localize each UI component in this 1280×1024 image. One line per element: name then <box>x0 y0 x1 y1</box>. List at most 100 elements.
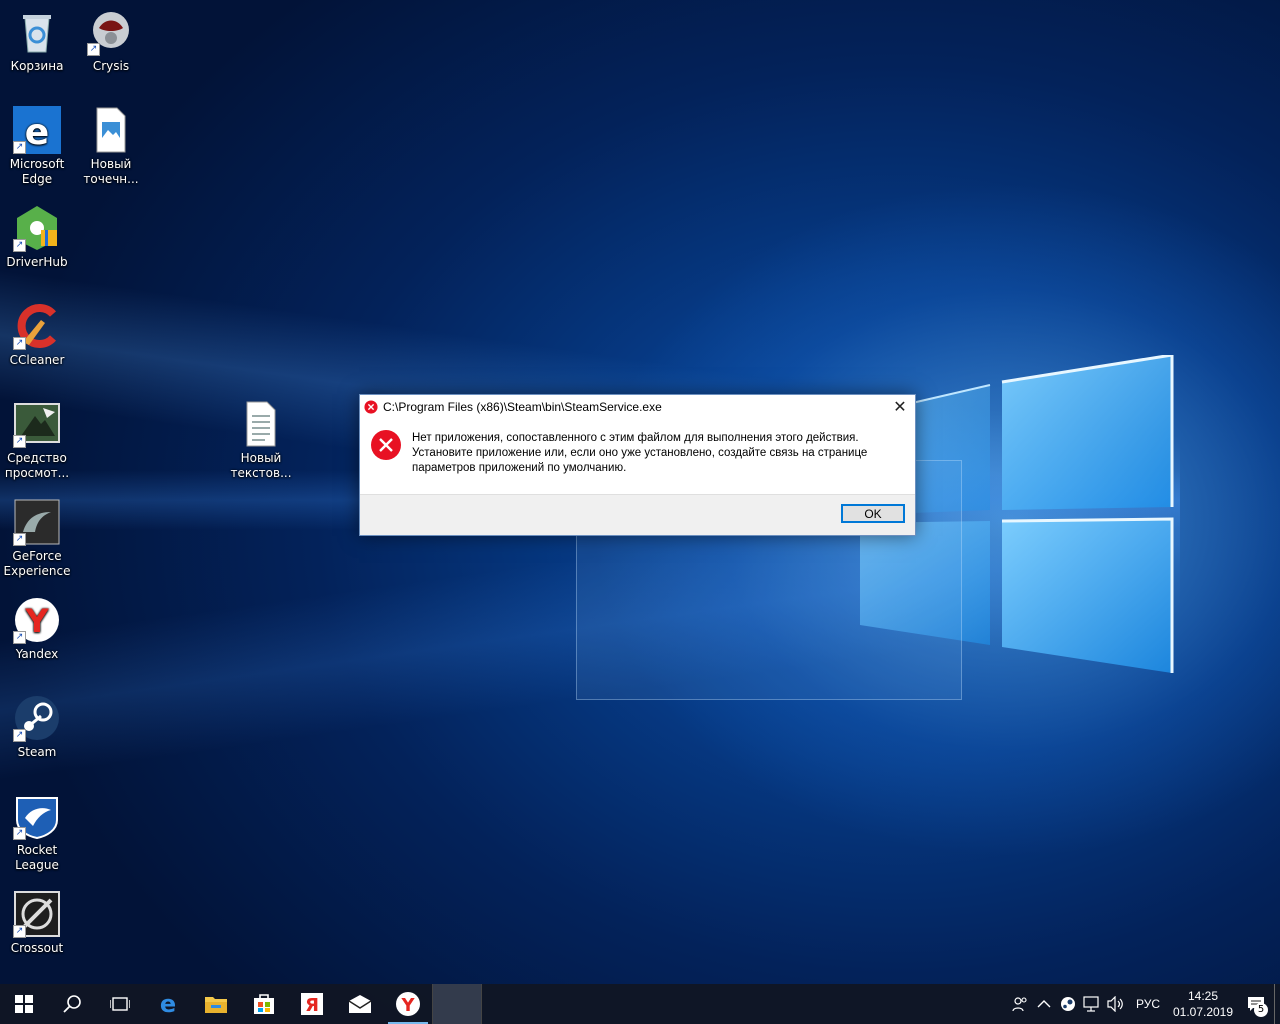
rocket-league-icon: ↗ <box>13 792 61 840</box>
steam-icon: ↗ <box>13 694 61 742</box>
desktop-icon-label: Rocket League <box>15 843 59 872</box>
yandex-icon: Я <box>301 993 323 1016</box>
desktop-icon-crossout[interactable]: ↗ Crossout <box>0 890 74 956</box>
desktop-icon-microsoft-edge[interactable]: e ↗ Microsoft Edge <box>0 106 74 187</box>
desktop-icon-label: Microsoft Edge <box>9 157 65 186</box>
desktop-icon-label: Steam <box>17 745 57 759</box>
desktop-icon-recycle-bin[interactable]: Корзина <box>0 8 74 74</box>
input-language[interactable]: РУС <box>1128 997 1168 1011</box>
task-view-button[interactable] <box>96 984 144 1024</box>
svg-text:Y: Y <box>24 602 49 640</box>
taskbar-yandex-browser[interactable]: Y <box>384 984 432 1024</box>
svg-text:e: e <box>160 992 176 1016</box>
crossout-icon: ↗ <box>13 890 61 938</box>
crysis-icon: ↗ <box>87 8 135 56</box>
ok-button[interactable]: OK <box>841 504 905 523</box>
yandex-browser-icon: Y <box>396 992 420 1016</box>
edge-icon: e ↗ <box>13 106 61 154</box>
desktop-icon-steam[interactable]: ↗ Steam <box>0 694 74 760</box>
store-icon <box>254 994 274 1014</box>
ccleaner-icon: ↗ <box>13 302 61 350</box>
svg-text:Y: Y <box>400 995 415 1016</box>
tray-network[interactable] <box>1080 984 1104 1024</box>
error-icon <box>371 430 401 460</box>
desktop-icon-new-text-document[interactable]: Новый текстов... <box>224 400 298 481</box>
shortcut-arrow-icon: ↗ <box>13 631 26 644</box>
file-explorer-icon <box>205 997 227 1013</box>
tray-volume[interactable] <box>1104 984 1128 1024</box>
shortcut-arrow-icon: ↗ <box>13 239 26 252</box>
text-file-icon <box>237 400 285 448</box>
desktop-icon-label: Новый текстов... <box>230 451 292 480</box>
close-button[interactable]: ✕ <box>885 395 915 419</box>
clock-date: 01.07.2019 <box>1172 1005 1234 1019</box>
desktop-icon-rocket-league[interactable]: ↗ Rocket League <box>0 792 74 873</box>
taskbar-yandex[interactable]: Я <box>288 984 336 1024</box>
close-icon: ✕ <box>893 399 907 416</box>
shortcut-arrow-icon: ↗ <box>13 141 26 154</box>
image-viewer-icon: ↗ <box>13 400 61 448</box>
shortcut-arrow-icon: ↗ <box>13 729 26 742</box>
taskbar-mail[interactable] <box>336 984 384 1024</box>
taskbar-running-app[interactable] <box>432 984 482 1024</box>
shortcut-arrow-icon: ↗ <box>13 435 26 448</box>
yandex-browser-icon: Y ↗ <box>13 596 61 644</box>
taskbar: e Я Y РУС 14:25 01.07.2019 5 <box>0 984 1280 1024</box>
show-desktop-button[interactable] <box>1274 984 1280 1024</box>
desktop-icon-new-bitmap[interactable]: Новый точечн... <box>74 106 148 187</box>
search-icon <box>63 995 81 1013</box>
desktop-icon-label: DriverHub <box>6 255 68 269</box>
dialog-title: C:\Program Files (x86)\Steam\bin\SteamSe… <box>383 400 662 414</box>
mail-icon <box>348 995 372 1013</box>
message-line: Установите приложение или, если оно уже … <box>412 447 868 459</box>
desktop-icon-crysis[interactable]: ↗ Crysis <box>74 8 148 74</box>
error-dialog: C:\Program Files (x86)\Steam\bin\SteamSe… <box>359 394 916 536</box>
tray-steam[interactable] <box>1056 984 1080 1024</box>
desktop-icon-yandex[interactable]: Y ↗ Yandex <box>0 596 74 662</box>
people-button[interactable] <box>1008 984 1032 1024</box>
error-icon <box>364 400 378 414</box>
clock-time: 14:25 <box>1187 989 1219 1003</box>
desktop-icon-label: Корзина <box>10 59 64 73</box>
taskbar-file-explorer[interactable] <box>192 984 240 1024</box>
action-center-button[interactable]: 5 <box>1238 984 1274 1024</box>
desktop-icon-label: Yandex <box>15 647 59 661</box>
clock[interactable]: 14:25 01.07.2019 <box>1168 988 1238 1020</box>
dialog-title-bar[interactable]: C:\Program Files (x86)\Steam\bin\SteamSe… <box>360 395 915 419</box>
driverhub-icon: ↗ <box>13 204 61 252</box>
message-line: параметров приложений по умолчанию. <box>412 462 627 474</box>
desktop-icon-label: Новый точечн... <box>83 157 139 186</box>
dialog-footer: OK <box>360 494 915 535</box>
message-line: Нет приложения, сопоставленного с этим ф… <box>412 432 859 444</box>
desktop-icon-label: CCleaner <box>9 353 65 367</box>
chevron-up-icon <box>1037 1000 1051 1008</box>
svg-text:Я: Я <box>305 995 319 1016</box>
desktop-icon-label: GeForce Experience <box>3 549 71 578</box>
taskbar-store[interactable] <box>240 984 288 1024</box>
desktop-icon-ccleaner[interactable]: ↗ CCleaner <box>0 302 74 368</box>
dialog-body: Нет приложения, сопоставленного с этим ф… <box>360 419 915 495</box>
desktop-icon-label: Средство просмот... <box>4 451 70 480</box>
show-hidden-icons-button[interactable] <box>1032 984 1056 1024</box>
shortcut-arrow-icon: ↗ <box>13 337 26 350</box>
desktop-icon-label: Crysis <box>92 59 130 73</box>
task-view-icon <box>110 997 130 1011</box>
desktop-icon-geforce-experience[interactable]: ↗ GeForce Experience <box>0 498 74 579</box>
geforce-icon: ↗ <box>13 498 61 546</box>
bitmap-file-icon <box>87 106 135 154</box>
start-button[interactable] <box>0 984 48 1024</box>
system-tray: РУС 14:25 01.07.2019 5 <box>1008 984 1280 1024</box>
start-icon <box>15 995 33 1013</box>
taskbar-edge[interactable]: e <box>144 984 192 1024</box>
network-icon <box>1083 996 1099 1012</box>
people-icon <box>1012 997 1027 1012</box>
shortcut-arrow-icon: ↗ <box>13 533 26 546</box>
volume-icon <box>1107 996 1123 1012</box>
desktop-icon-driverhub[interactable]: ↗ DriverHub <box>0 204 74 270</box>
edge-icon: e <box>160 992 176 1016</box>
search-button[interactable] <box>48 984 96 1024</box>
notification-count-badge: 5 <box>1254 1003 1268 1017</box>
desktop-icon-image-viewer[interactable]: ↗ Средство просмот... <box>0 400 74 481</box>
svg-text:e: e <box>25 112 49 153</box>
shortcut-arrow-icon: ↗ <box>87 43 100 56</box>
